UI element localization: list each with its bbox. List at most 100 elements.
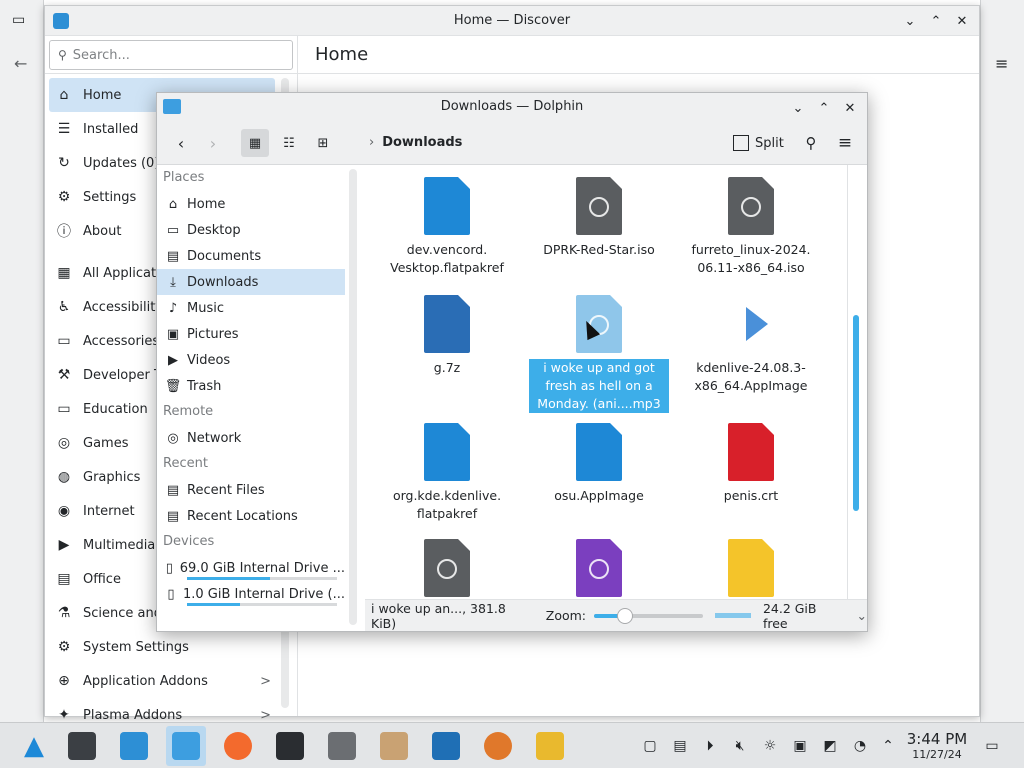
places-item-label: 1.0 GiB Internal Drive (... bbox=[182, 586, 345, 602]
hamburger-menu-icon[interactable]: ≡ bbox=[831, 129, 859, 157]
file-item[interactable] bbox=[529, 539, 669, 599]
icons-view-icon[interactable]: ▦ bbox=[241, 129, 269, 157]
taskbar-app-media[interactable] bbox=[478, 726, 518, 766]
places-item-pictures[interactable]: ▣ Pictures bbox=[157, 321, 345, 347]
discover-search-input[interactable]: ⚲ Search... bbox=[49, 40, 293, 70]
free-space-label[interactable]: 24.2 GiB free bbox=[763, 601, 845, 631]
system-monitor-app-icon bbox=[432, 732, 460, 760]
sidebar-item-label: Accessories bbox=[83, 333, 160, 349]
places-item-label: Trash bbox=[187, 378, 222, 394]
compact-view-icon[interactable]: ☷ bbox=[275, 129, 303, 157]
places-item-videos[interactable]: ▶ Videos bbox=[157, 347, 345, 373]
taskbar-app-dolphin[interactable] bbox=[166, 726, 206, 766]
show-desktop-icon[interactable]: ▭ bbox=[982, 736, 1002, 756]
split-button[interactable]: Split bbox=[733, 131, 784, 155]
archive-file-icon bbox=[728, 539, 774, 597]
sidebar-item-label: Games bbox=[83, 435, 129, 451]
file-item[interactable]: g.7z bbox=[377, 295, 517, 377]
installed-icon: ☰ bbox=[57, 121, 71, 137]
places-item-desktop[interactable]: ▭ Desktop bbox=[157, 217, 345, 243]
close-icon[interactable]: ✕ bbox=[839, 97, 861, 119]
file-item[interactable]: org.kde.kdenlive. flatpakref bbox=[377, 423, 517, 523]
volume-muted-icon[interactable]: 🔇︎ bbox=[730, 736, 750, 756]
package-file-icon bbox=[424, 177, 470, 235]
discover-titlebar[interactable]: Home — Discover ⌄ ⌃ ✕ bbox=[45, 6, 979, 36]
notes-app-icon bbox=[536, 732, 564, 760]
taskbar-app-firefox[interactable] bbox=[218, 726, 258, 766]
file-item[interactable] bbox=[681, 539, 821, 599]
file-item[interactable]: penis.crt bbox=[681, 423, 821, 505]
file-view: dev.vencord. Vesktop.flatpakref DPRK-Red-… bbox=[365, 165, 845, 599]
places-item-recent-locations[interactable]: ▤ Recent Locations bbox=[157, 503, 345, 529]
places-scrollbar[interactable] bbox=[349, 169, 357, 625]
places-item-home[interactable]: ⌂ Home bbox=[157, 191, 345, 217]
file-view-scrollbar[interactable] bbox=[847, 165, 865, 599]
maximize-icon[interactable]: ⌃ bbox=[925, 10, 947, 32]
search-icon[interactable]: ⚲ bbox=[797, 129, 825, 157]
file-item[interactable]: osu.AppImage bbox=[529, 423, 669, 505]
places-item-drive[interactable]: ▯ 69.0 GiB Internal Drive ... bbox=[157, 555, 345, 581]
brightness-icon[interactable]: ☼ bbox=[760, 736, 780, 756]
taskbar-app-mixer[interactable] bbox=[62, 726, 102, 766]
zoom-slider-handle[interactable] bbox=[616, 607, 633, 624]
hamburger-menu-icon[interactable]: ≡ bbox=[995, 54, 1008, 73]
disk-icon[interactable]: ▣ bbox=[790, 736, 810, 756]
minimize-icon[interactable]: ⌄ bbox=[899, 10, 921, 32]
taskbar-app-system-monitor[interactable] bbox=[426, 726, 466, 766]
recent-locations-icon: ▤ bbox=[166, 508, 180, 524]
background-app-icon: ▭ bbox=[12, 12, 26, 28]
drive-usage-fill bbox=[187, 577, 270, 580]
taskbar-app-discover[interactable] bbox=[114, 726, 154, 766]
sidebar-item-system-settings[interactable]: ⚙ System Settings bbox=[49, 630, 275, 664]
back-arrow-icon[interactable]: ← bbox=[14, 54, 27, 73]
file-item[interactable]: furreto_linux-2024. 06.11-x86_64.iso bbox=[681, 177, 821, 277]
forward-icon[interactable]: › bbox=[199, 129, 227, 157]
file-item[interactable] bbox=[377, 539, 517, 599]
places-item-label: Home bbox=[187, 196, 226, 212]
file-name: osu.AppImage bbox=[554, 488, 644, 503]
taskbar-app-terminal[interactable] bbox=[270, 726, 310, 766]
clock-date: 11/27/24 bbox=[912, 748, 962, 761]
status-text: i woke up an..., 381.8 KiB) bbox=[371, 600, 506, 631]
places-item-drive[interactable]: ▯ 1.0 GiB Internal Drive (... bbox=[157, 581, 345, 607]
tray-expand-icon[interactable]: ⌃ bbox=[878, 736, 898, 756]
file-item[interactable]: i woke up and got fresh as hell on a Mon… bbox=[529, 295, 669, 413]
addons-icon: ⊕ bbox=[58, 673, 70, 689]
places-item-music[interactable]: ♪ Music bbox=[157, 295, 345, 321]
screenshot-icon[interactable]: ◩ bbox=[820, 736, 840, 756]
places-item-recent-files[interactable]: ▤ Recent Files bbox=[157, 477, 345, 503]
places-item-trash[interactable]: 🗑︎ Trash bbox=[157, 373, 345, 399]
media-player-icon[interactable]: ⏵ bbox=[700, 736, 720, 756]
details-view-icon[interactable]: ⊞ bbox=[309, 129, 337, 157]
places-item-documents[interactable]: ▤ Documents bbox=[157, 243, 345, 269]
zoom-slider[interactable] bbox=[594, 607, 704, 624]
speedometer-icon[interactable]: ◔ bbox=[850, 736, 870, 756]
file-item[interactable]: DPRK-Red-Star.iso bbox=[529, 177, 669, 259]
taskbar-app-archiver[interactable] bbox=[322, 726, 362, 766]
notes-tray-icon[interactable]: ▤ bbox=[670, 736, 690, 756]
places-item-label: Network bbox=[187, 430, 242, 446]
taskbar-app-notes[interactable] bbox=[530, 726, 570, 766]
breadcrumb-current[interactable]: Downloads bbox=[382, 135, 462, 150]
dolphin-titlebar[interactable]: Downloads — Dolphin ⌄ ⌃ ✕ bbox=[157, 93, 867, 121]
sidebar-item-label: Multimedia bbox=[83, 537, 156, 553]
drive-usage-bar bbox=[187, 603, 337, 606]
maximize-icon[interactable]: ⌃ bbox=[813, 97, 835, 119]
file-item[interactable]: dev.vencord. Vesktop.flatpakref bbox=[377, 177, 517, 277]
scrollbar-thumb[interactable] bbox=[853, 315, 859, 511]
places-item-network[interactable]: ◎ Network bbox=[157, 425, 345, 451]
sidebar-item-application-addons[interactable]: ⊕ Application Addons > bbox=[49, 664, 275, 698]
minimize-icon[interactable]: ⌄ bbox=[787, 97, 809, 119]
application-launcher-button[interactable]: ▲ bbox=[14, 726, 54, 766]
places-item-label: Recent Locations bbox=[187, 508, 298, 524]
free-space-chevron-icon[interactable]: ⌄ bbox=[857, 608, 867, 623]
back-icon[interactable]: ‹ bbox=[167, 129, 195, 157]
file-item[interactable]: kdenlive-24.08.3- x86_64.AppImage bbox=[681, 295, 821, 395]
dolphin-window-title: Downloads — Dolphin bbox=[440, 99, 584, 114]
clock[interactable]: 3:44 PM 11/27/24 bbox=[900, 730, 974, 762]
breadcrumb[interactable]: › Downloads bbox=[369, 135, 462, 150]
clipboard-icon[interactable]: ▢ bbox=[640, 736, 660, 756]
taskbar-app-package[interactable] bbox=[374, 726, 414, 766]
places-item-downloads[interactable]: ⤓ Downloads bbox=[157, 269, 345, 295]
close-icon[interactable]: ✕ bbox=[951, 10, 973, 32]
